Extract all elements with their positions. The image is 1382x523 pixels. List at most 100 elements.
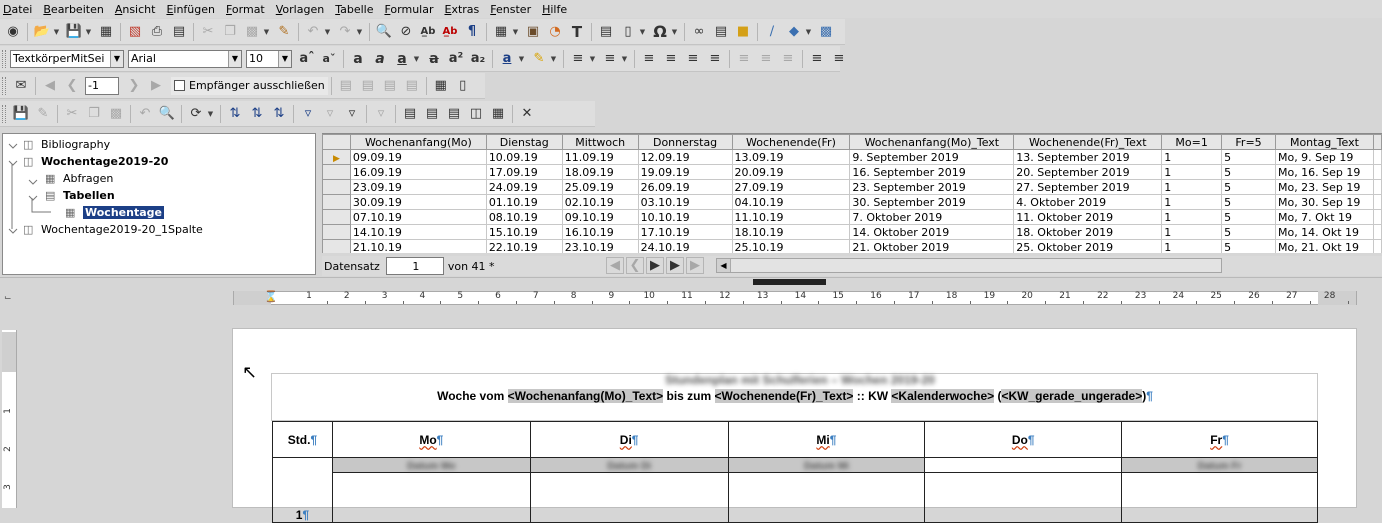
table-cell[interactable]: 5 [1221, 224, 1276, 240]
table-cell[interactable] [1372, 149, 1382, 165]
table-cell[interactable]: 01.10.19 [485, 194, 563, 210]
checkbox-box[interactable] [174, 80, 185, 91]
table-cell[interactable]: 15.10.19 [485, 224, 563, 240]
scroll-left-icon[interactable]: ◀ [717, 259, 731, 272]
table-cell[interactable]: 16.09.19 [349, 164, 487, 180]
vertical-ruler[interactable]: 1 2 3 [2, 330, 17, 508]
table-row[interactable]: 07.10.19 08.10.19 09.10.19 10.10.19 11.10.19… [322, 209, 1382, 225]
indent-icon[interactable]: ≡ [734, 49, 754, 69]
tree-item[interactable]: ◫ Bibliography [23, 136, 110, 152]
table-cell[interactable]: Mo, 23. Sep 19 [1274, 179, 1374, 195]
column-header-std[interactable]: Std.¶ [272, 421, 333, 458]
table-cell[interactable] [1372, 209, 1382, 225]
tree-item[interactable]: ▤ Tabellen [45, 187, 115, 203]
chevron-down-icon[interactable]: ▼ [262, 22, 271, 42]
copy-icon[interactable]: ❐ [84, 104, 104, 124]
save-icon[interactable]: 💾 [64, 22, 84, 42]
column-header[interactable]: Wochenende(Fr)_Text [1013, 134, 1163, 150]
chevron-down-icon[interactable]: ▼ [355, 22, 364, 42]
chevron-down-icon[interactable]: ▼ [278, 50, 291, 67]
record-number-input[interactable]: -1 [85, 76, 119, 95]
undo-icon[interactable]: ↶ [303, 22, 323, 42]
binoculars-icon[interactable]: ◉ [3, 22, 23, 42]
date-cell[interactable]: Datum Di [529, 457, 729, 473]
table-cell[interactable]: 25. Oktober 2019 [1013, 239, 1163, 253]
column-header-fr[interactable]: Fr¶ [1121, 421, 1318, 458]
sort-ascending-icon[interactable]: ⇅ [225, 104, 245, 124]
formatting-marks-icon[interactable]: ¶ [462, 22, 482, 42]
menu-datei[interactable]: Datei [3, 3, 32, 16]
table-cell[interactable]: 11.09.19 [561, 149, 639, 165]
find-record-icon[interactable]: 🔍 [157, 104, 177, 124]
table-cell[interactable]: 19.09.19 [637, 164, 733, 180]
lesson-cell[interactable] [331, 472, 531, 523]
chevron-down-icon[interactable]: ▼ [804, 22, 813, 42]
comment-icon[interactable]: ■ [733, 22, 753, 42]
chevron-down-icon[interactable]: ▼ [110, 50, 123, 67]
mailmerge-icon[interactable]: ✉ [11, 76, 31, 96]
table-row[interactable]: 14.10.19 15.10.19 16.10.19 17.10.19 18.10.19… [322, 224, 1382, 240]
lesson-cell[interactable] [529, 472, 729, 523]
row-header[interactable] [322, 239, 351, 253]
explorer-icon[interactable]: ▦ [488, 104, 508, 124]
database-icon[interactable]: ◫ [466, 104, 486, 124]
strikethrough-icon[interactable]: a [424, 49, 444, 69]
line-spacing-icon[interactable]: ≡ [778, 49, 798, 69]
table-cell[interactable]: 30. September 2019 [849, 194, 1015, 210]
table-cell[interactable]: 5 [1221, 179, 1276, 195]
subscript-icon[interactable]: a₂ [468, 49, 488, 69]
table-cell[interactable]: 25.10.19 [731, 239, 851, 253]
row-header[interactable] [322, 164, 351, 180]
table-cell[interactable]: 18. Oktober 2019 [1013, 224, 1163, 240]
table-cell[interactable]: 07.10.19 [349, 209, 487, 225]
table-cell[interactable]: 27. September 2019 [1013, 179, 1163, 195]
column-header[interactable]: Mittwoch [561, 134, 639, 150]
apply-filter-icon[interactable]: ▿ [320, 104, 340, 124]
table-cell[interactable]: 11.10.19 [731, 209, 851, 225]
row-header[interactable]: ▶ [322, 149, 351, 165]
column-header[interactable] [1372, 134, 1382, 150]
table-cell[interactable]: 16.10.19 [561, 224, 639, 240]
table-cell[interactable]: 23.10.19 [561, 239, 639, 253]
print-preview-icon[interactable]: ▤ [169, 22, 189, 42]
table-cell[interactable]: Mo, 7. Okt 19 [1274, 209, 1374, 225]
table-cell[interactable]: 17.10.19 [637, 224, 733, 240]
cut-icon[interactable]: ✂ [62, 104, 82, 124]
edit-document-icon[interactable]: ▤ [336, 76, 356, 96]
insert-image-icon[interactable]: ▣ [523, 22, 543, 42]
table-cell[interactable]: 12.09.19 [637, 149, 733, 165]
edit-data-icon[interactable]: ✎ [33, 104, 53, 124]
chevron-down-icon[interactable]: ▼ [206, 104, 215, 124]
bullet-list-icon[interactable]: ≡ [568, 49, 588, 69]
splitter-handle[interactable] [753, 279, 826, 285]
paragraph-style-combo[interactable]: TextkörperMitSei ▼ [10, 49, 124, 68]
standard-filter-icon[interactable]: ▿ [342, 104, 362, 124]
table-cell[interactable]: 21. Oktober 2019 [849, 239, 1015, 253]
corner-header[interactable] [322, 134, 351, 150]
tree-item[interactable]: ▦ Wochentage [65, 204, 164, 220]
footnote-icon[interactable]: ▤ [711, 22, 731, 42]
remove-filter-icon[interactable]: ▿ [371, 104, 391, 124]
menu-extras[interactable]: Extras [445, 3, 480, 16]
previous-record-icon[interactable]: ❮ [626, 257, 644, 274]
table-cell[interactable]: 23. September 2019 [849, 179, 1015, 195]
indent-marker-icon[interactable]: ⌛ [264, 290, 278, 303]
last-record-icon[interactable]: ▶ [146, 76, 166, 96]
font-name-combo[interactable]: Arial ▼ [128, 49, 242, 68]
table-cell[interactable]: 30.09.19 [349, 194, 487, 210]
tree-item[interactable]: ◫ Wochentage2019-20 [23, 153, 168, 169]
first-record-icon[interactable]: ◀ [606, 257, 624, 274]
chevron-down-icon[interactable]: ▼ [670, 22, 679, 42]
align-center-icon[interactable]: ≡ [661, 49, 681, 69]
save-template-icon[interactable]: ▦ [96, 22, 116, 42]
table-row[interactable]: 21.10.19 22.10.19 23.10.19 24.10.19 25.10.19… [322, 239, 1382, 253]
print-icon[interactable]: ⎙ [147, 22, 167, 42]
table-cell[interactable]: 08.10.19 [485, 209, 563, 225]
column-header[interactable]: Donnerstag [637, 134, 733, 150]
table-cell[interactable]: 1 [1161, 194, 1223, 210]
row-header[interactable] [322, 209, 351, 225]
chevron-down-icon[interactable]: ▼ [517, 49, 526, 69]
previous-record-icon[interactable]: ❮ [62, 76, 82, 96]
table-cell[interactable]: 1 [1161, 209, 1223, 225]
table-cell[interactable]: 1 [1161, 164, 1223, 180]
